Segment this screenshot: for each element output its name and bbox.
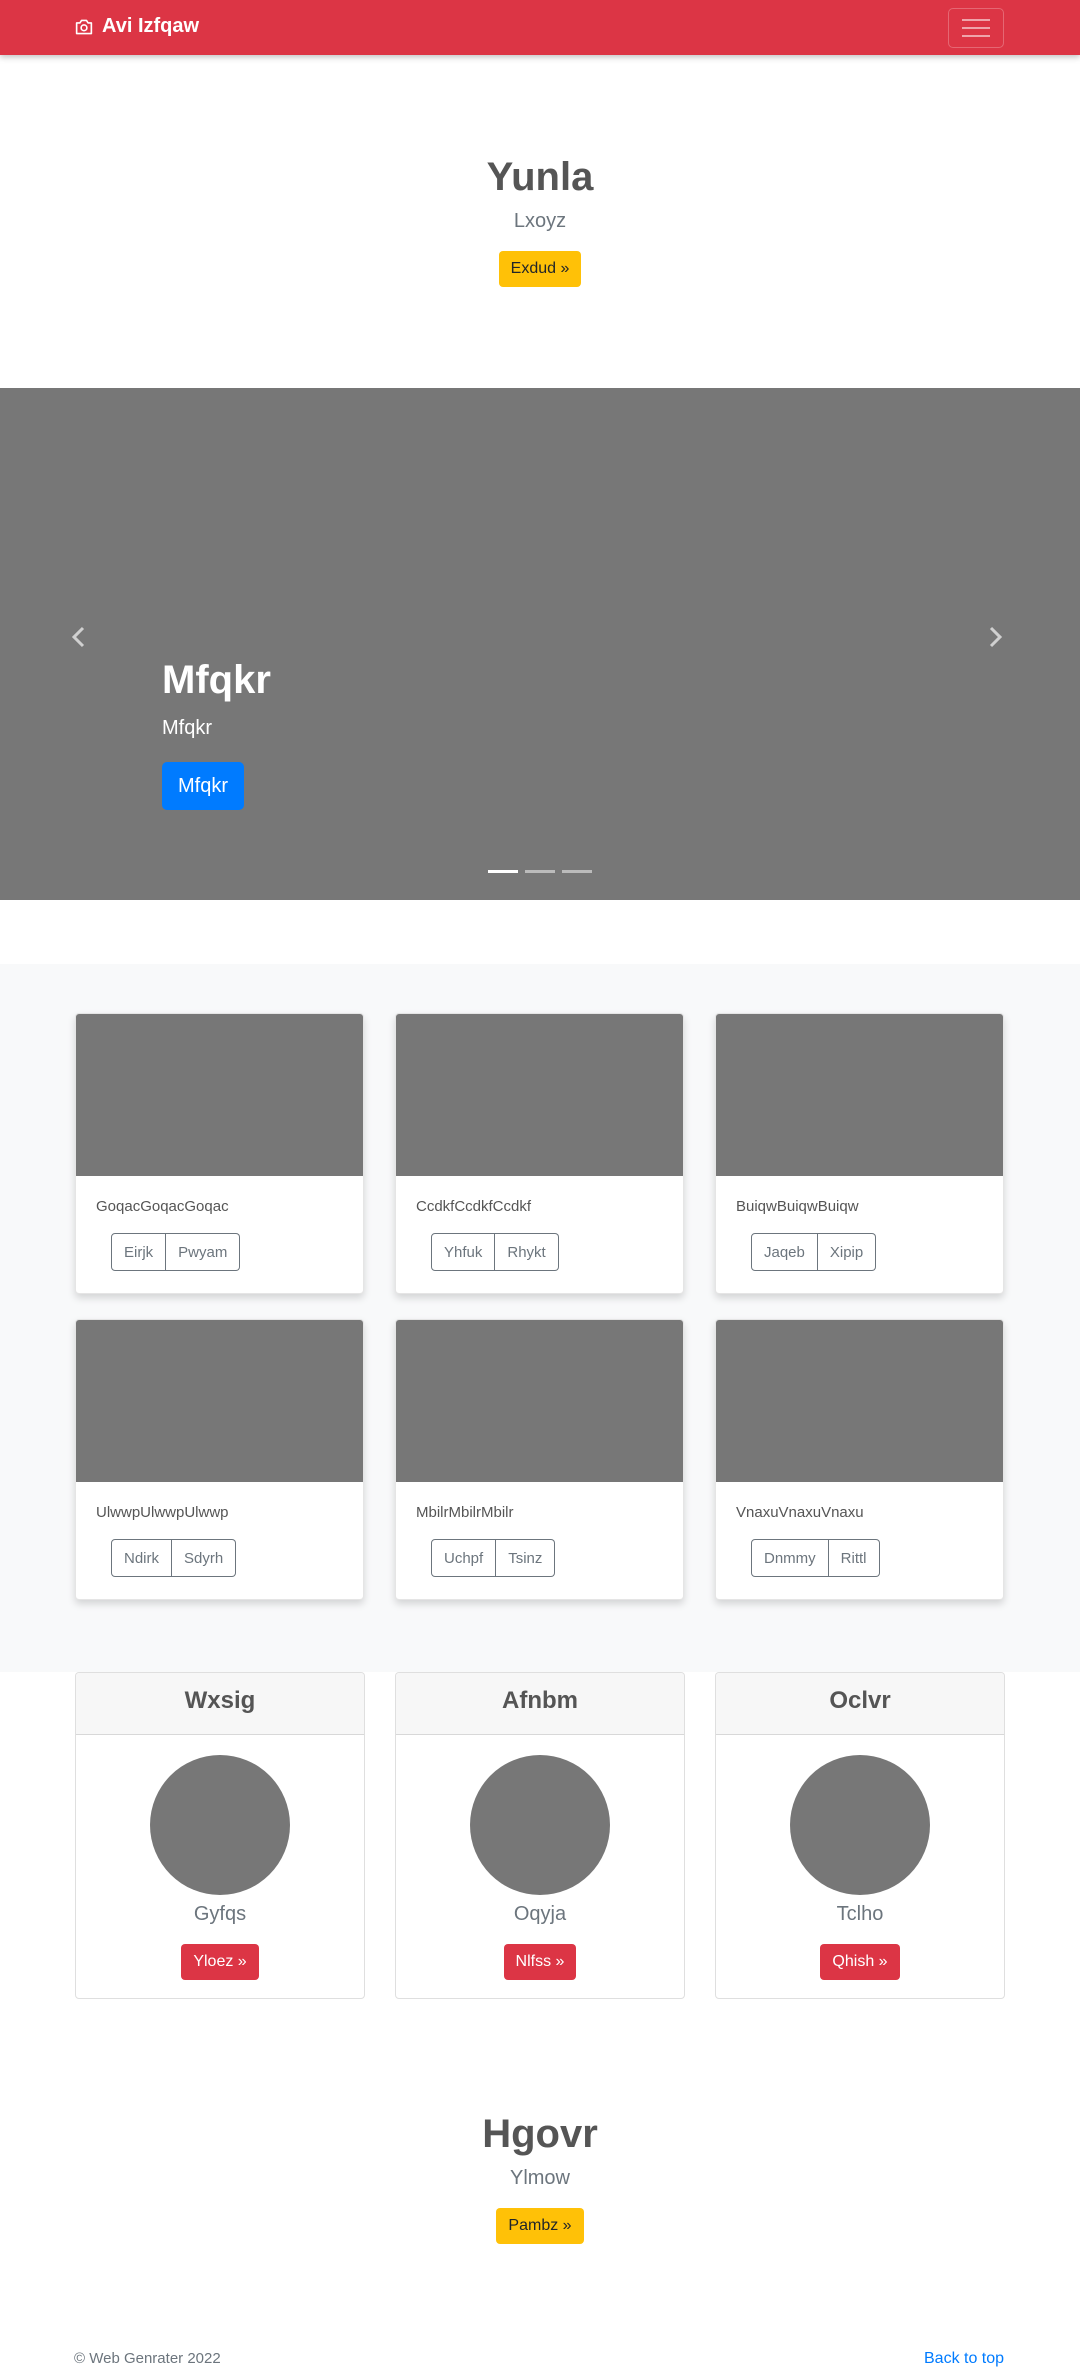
hamburger-menu-icon [962,19,990,21]
profile-card-header: Wxsig [76,1673,364,1735]
chevron-right-icon[interactable] [988,622,1004,656]
card-button-group: Yhfuk Rhykt [431,1233,683,1271]
album-section: GoqacGoqacGoqac Eirjk Pwyam CcdkfCcdkfCc… [0,964,1080,1672]
card-button[interactable]: Sdyrh [172,1539,237,1577]
card-button-group: Uchpf Tsinz [431,1539,683,1577]
profile-button[interactable]: Yloez » [181,1944,259,1980]
profile-name: Tclho [836,1903,884,1925]
carousel-indicator[interactable] [488,870,518,873]
brand-name: Avi Izfqaw [102,15,200,37]
card-image [76,1320,363,1482]
album-card: UlwwpUlwwpUlwwp Ndirk Sdyrh [75,1319,364,1600]
card-button[interactable]: Dnmmy [751,1539,829,1577]
album-card: BuiqwBuiqwBuiqw Jaqeb Xipip [715,1013,1004,1294]
card-text: MbilrMbilrMbilr [416,1504,514,1521]
card-image [76,1014,363,1176]
card-button-group: Ndirk Sdyrh [111,1539,363,1577]
hero-subtitle: Lxoyz [513,210,567,232]
carousel: Mfqkr Mfqkr Mfqkr [0,388,1080,900]
album-card: MbilrMbilrMbilr Uchpf Tsinz [395,1319,684,1600]
card-image [396,1014,683,1176]
hero-section: Yunla Lxoyz Exdud » [0,155,1080,287]
avatar [790,1755,930,1895]
profile-card: Wxsig Gyfqs Yloez » [75,1672,365,1999]
card-text: CcdkfCcdkfCcdkf [416,1198,532,1215]
hero-button[interactable]: Exdud » [498,251,582,287]
profile-card-header: Oclvr [716,1673,1004,1735]
profile-name: Oqyja [513,1903,567,1925]
card-button-group: Jaqeb Xipip [751,1233,1003,1271]
profile-button[interactable]: Nlfss » [503,1944,577,1980]
profile-name: Gyfqs [193,1903,247,1925]
carousel-subtitle: Mfqkr [162,717,212,739]
carousel-button[interactable]: Mfqkr [162,762,244,810]
card-button[interactable]: Tsinz [496,1539,556,1577]
card-button[interactable]: Rittl [828,1539,880,1577]
card-image [716,1320,1003,1482]
back-to-top-link[interactable]: Back to top [924,2350,1004,2368]
navbar-toggler-button[interactable] [948,8,1004,48]
card-text: BuiqwBuiqwBuiqw [736,1198,859,1215]
avatar [150,1755,290,1895]
profile-card: Afnbm Oqyja Nlfss » [395,1672,685,1999]
card-button[interactable]: Pwyam [166,1233,241,1271]
camera-icon [75,19,93,34]
hero-button[interactable]: Pambz » [496,2208,584,2244]
card-button[interactable]: Yhfuk [431,1233,496,1271]
hero-title: Hgovr [482,2112,598,2156]
card-button[interactable]: Ndirk [111,1539,173,1577]
chevron-left-icon[interactable] [70,622,86,656]
profile-card-header: Afnbm [396,1673,684,1735]
card-button[interactable]: Uchpf [431,1539,497,1577]
album-card: CcdkfCcdkfCcdkf Yhfuk Rhykt [395,1013,684,1294]
card-text: VnaxuVnaxuVnaxu [736,1504,864,1521]
hero-title: Yunla [486,155,594,199]
card-button-group: Dnmmy Rittl [751,1539,1003,1577]
navbar: Avi Izfqaw [0,0,1080,55]
card-image [716,1014,1003,1176]
carousel-title: Mfqkr [162,658,271,702]
card-button[interactable]: Jaqeb [751,1233,818,1271]
card-text: UlwwpUlwwpUlwwp [96,1504,229,1521]
profile-card: Oclvr Tclho Qhish » [715,1672,1005,1999]
footer-copyright: © Web Genrater 2022 [74,2350,221,2367]
album-card: VnaxuVnaxuVnaxu Dnmmy Rittl [715,1319,1004,1600]
carousel-caption: Mfqkr Mfqkr Mfqkr [162,658,271,810]
carousel-indicators [488,870,592,873]
carousel-indicator[interactable] [525,870,555,873]
card-image [396,1320,683,1482]
card-button[interactable]: Rhykt [495,1233,559,1271]
brand-link[interactable]: Avi Izfqaw [74,15,199,38]
avatar [470,1755,610,1895]
album-card: GoqacGoqacGoqac Eirjk Pwyam [75,1013,364,1294]
carousel-indicator[interactable] [562,870,592,873]
hero-section-bottom: Hgovr Ylmow Pambz » [0,2112,1080,2244]
card-text: GoqacGoqacGoqac [96,1198,229,1215]
hero-subtitle: Ylmow [509,2167,570,2189]
profile-button[interactable]: Qhish » [820,1944,900,1980]
card-button[interactable]: Eirjk [111,1233,167,1271]
card-button[interactable]: Xipip [817,1233,877,1271]
card-button-group: Eirjk Pwyam [111,1233,363,1271]
